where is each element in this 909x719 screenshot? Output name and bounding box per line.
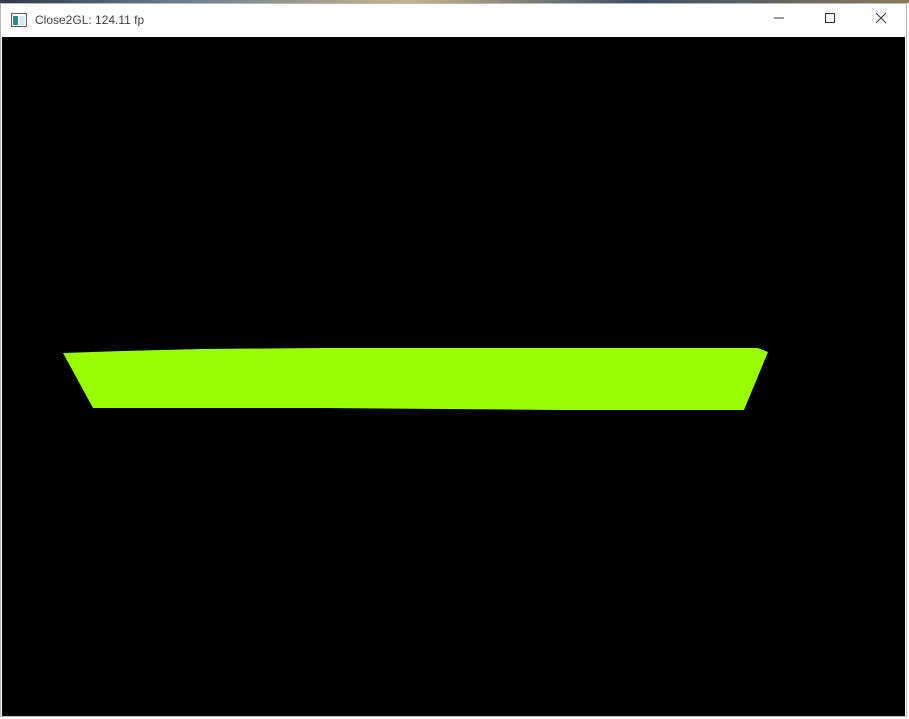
minimize-button[interactable] bbox=[753, 4, 804, 36]
app-window: Close2GL: 124.11 fp bbox=[0, 3, 907, 717]
maximize-icon bbox=[824, 11, 836, 29]
maximize-button[interactable] bbox=[804, 4, 855, 36]
title-bar[interactable]: Close2GL: 124.11 fp bbox=[1, 4, 906, 36]
render-canvas bbox=[63, 348, 768, 410]
rendered-green-quad bbox=[63, 348, 768, 410]
window-title: Close2GL: 124.11 fp bbox=[35, 13, 145, 27]
render-viewport[interactable] bbox=[2, 37, 905, 716]
minimize-icon bbox=[773, 11, 785, 29]
window-controls bbox=[753, 4, 906, 36]
close-icon bbox=[875, 11, 887, 29]
app-window-icon bbox=[11, 12, 27, 28]
close-button[interactable] bbox=[855, 4, 906, 36]
